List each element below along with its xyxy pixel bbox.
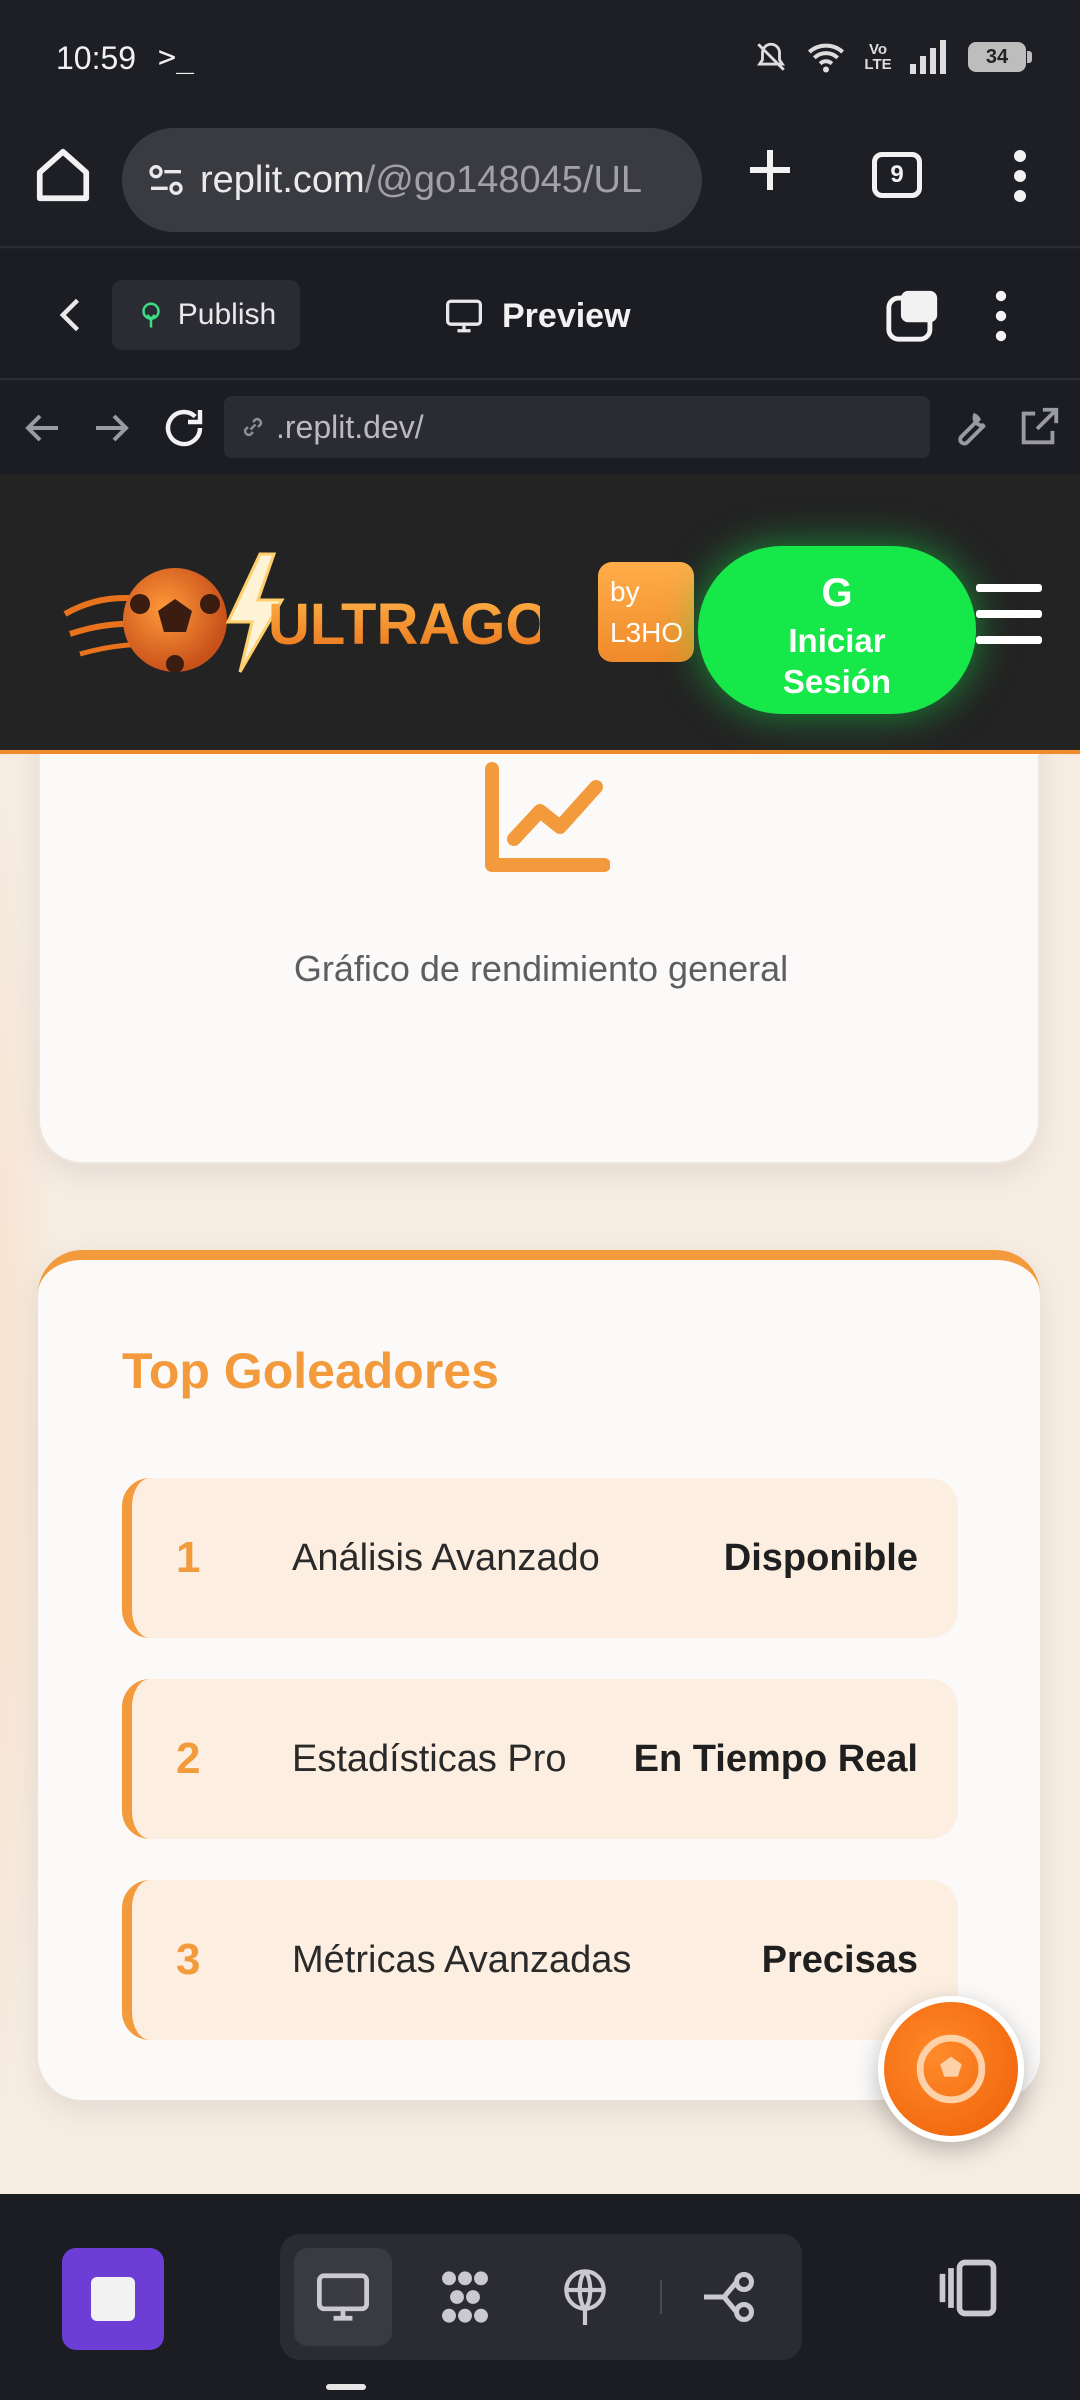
scorers-title: Top Goleadores (122, 1343, 499, 1399)
mute-bell-icon (757, 42, 785, 71)
publish-label: Publish (177, 298, 277, 331)
home-icon[interactable] (32, 144, 94, 206)
browser-menu-icon[interactable] (1000, 146, 1040, 206)
scorer-name: Estadísticas Pro (292, 1737, 567, 1780)
address-bar[interactable]: replit.com/@go148045/UL (122, 128, 702, 232)
monitor-icon (446, 299, 482, 333)
site-settings-icon[interactable] (146, 160, 186, 200)
scorer-rank: 2 (176, 1734, 201, 1783)
login-label-line2: Sesión (782, 663, 892, 701)
chart-caption: Gráfico de rendimiento general (293, 948, 789, 989)
scorer-name: Métricas Avanzadas (292, 1938, 632, 1981)
preview-viewport[interactable]: ULTRAGOL by L3HO G Iniciar Sesión Gráfic… (0, 474, 1080, 2194)
login-button[interactable]: G Iniciar Sesión (698, 546, 976, 714)
line-chart-icon (485, 762, 610, 872)
reload-icon[interactable] (160, 404, 208, 452)
dock-separator (660, 2280, 662, 2314)
new-tab-icon[interactable] (740, 140, 800, 200)
signal-icon (910, 40, 946, 74)
branch-icon (704, 2272, 754, 2322)
url-path: /@go148045/UL (364, 158, 643, 201)
monitor-icon (317, 2273, 369, 2321)
dock-git-tab[interactable] (680, 2248, 778, 2346)
battery-icon: 34 (968, 42, 1032, 72)
scorer-rank: 1 (176, 1533, 201, 1582)
preview-tab[interactable]: Preview (444, 286, 631, 346)
panel-toggle-icon[interactable] (934, 2254, 1002, 2322)
wrench-icon[interactable] (948, 404, 994, 450)
soccer-ball-icon (916, 2034, 986, 2104)
volte-icon: Vo LTE (864, 41, 892, 73)
dock-tabs (280, 2234, 802, 2360)
url-host: replit.com (200, 158, 365, 201)
scorer-row[interactable]: 1 Análisis Avanzado Disponible (122, 1478, 958, 1638)
performance-chart-card: Gráfico de rendimiento general (38, 694, 1040, 1164)
preview-label: Preview (502, 296, 631, 335)
status-bar: 10:59 >_ Vo LTE 34 (0, 0, 1080, 122)
scorer-name: Análisis Avanzado (292, 1536, 600, 1579)
tab-switcher-button[interactable]: 9 (872, 152, 922, 198)
replit-dock (0, 2194, 1080, 2400)
soccer-ball-fab[interactable] (878, 1996, 1024, 2142)
dock-workspace-tab[interactable] (416, 2248, 514, 2346)
status-icons: Vo LTE 34 (754, 40, 1032, 74)
author-badge-name: L3HO (610, 616, 684, 648)
author-badge: by L3HO (598, 562, 694, 662)
grid-cluster-icon (442, 2271, 488, 2323)
preview-url-field[interactable]: .replit.dev/ (224, 396, 930, 458)
terminal-notification-icon: >_ (158, 40, 195, 75)
preview-url: .replit.dev/ (276, 408, 424, 445)
logo-text: ULTRAGOL (268, 592, 540, 657)
address-url: replit.com/@go148045/UL (200, 159, 642, 202)
stop-icon (91, 2277, 135, 2321)
site-header: ULTRAGOL by L3HO G Iniciar Sesión (0, 474, 1080, 754)
login-label-line1: Iniciar (788, 622, 886, 659)
preview-nav-bar: .replit.dev/ (0, 382, 1080, 474)
google-icon: G (821, 571, 853, 615)
publish-icon (142, 302, 160, 328)
scorer-status: Precisas (761, 1938, 918, 1981)
ultragol-logo[interactable]: ULTRAGOL (60, 544, 540, 684)
gesture-handle (326, 2384, 366, 2390)
replit-menu-icon[interactable] (986, 286, 1016, 346)
hamburger-menu-icon[interactable] (976, 584, 1042, 644)
globe-antenna-icon (564, 2269, 606, 2325)
dock-deploy-tab[interactable] (536, 2248, 634, 2346)
browser-toolbar: replit.com/@go148045/UL 9 (0, 122, 1080, 248)
scorer-row[interactable]: 3 Métricas Avanzadas Precisas (122, 1880, 958, 2040)
open-external-icon[interactable] (1016, 404, 1062, 450)
scorer-row[interactable]: 2 Estadísticas Pro En Tiempo Real (122, 1679, 958, 1839)
author-badge-by: by (610, 576, 640, 607)
arrow-right-icon[interactable] (88, 404, 136, 452)
top-scorers-card: Top Goleadores 1 Análisis Avanzado Dispo… (38, 1250, 1040, 2100)
scorer-status: En Tiempo Real (633, 1737, 918, 1780)
dock-preview-tab[interactable] (294, 2248, 392, 2346)
stop-button[interactable] (62, 2248, 164, 2350)
wifi-icon (808, 43, 844, 73)
scorer-rank: 3 (176, 1935, 201, 1984)
publish-button[interactable]: Publish (112, 280, 300, 350)
scorer-status: Disponible (723, 1536, 918, 1579)
replit-toolbar: Publish Preview (0, 250, 1080, 380)
status-time: 10:59 (56, 40, 137, 76)
window-stack-icon[interactable] (884, 286, 942, 344)
back-chevron-icon[interactable] (50, 290, 94, 340)
link-icon (243, 417, 263, 437)
arrow-left-icon[interactable] (18, 404, 66, 452)
